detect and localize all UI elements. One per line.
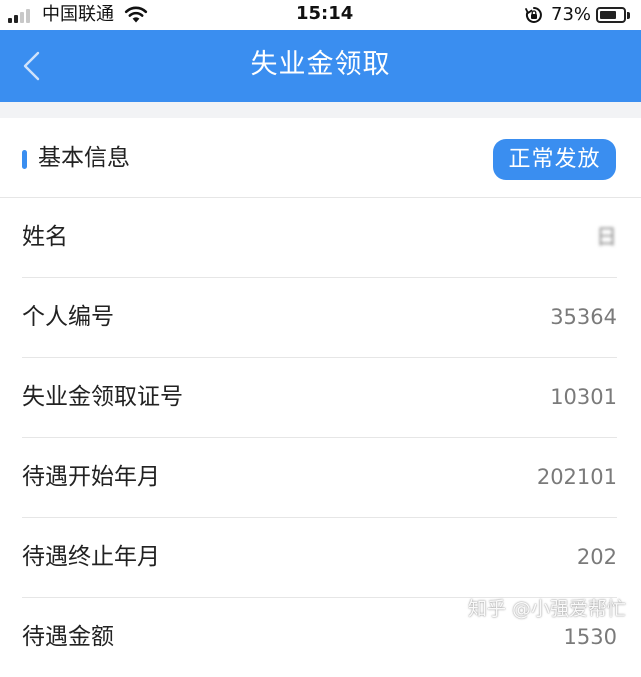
row-label: 姓名 — [22, 224, 68, 250]
section-header: 基本信息 正常发放 — [0, 118, 641, 198]
battery-percent: 73% — [551, 4, 592, 25]
status-badge: 正常发放 — [493, 139, 616, 180]
row-label: 个人编号 — [22, 304, 114, 330]
watermark: 知乎 @小强爱帮忙 — [468, 598, 627, 620]
row-label: 待遇开始年月 — [22, 464, 160, 490]
row-label: 待遇终止年月 — [22, 544, 160, 570]
battery-icon — [596, 7, 626, 23]
signal-icon — [8, 9, 34, 23]
carrier-name: 中国联通 — [42, 4, 114, 25]
info-row-end-month: 待遇终止年月 202 — [22, 518, 617, 598]
info-row-name: 姓名 日 — [22, 198, 617, 278]
section-title: 基本信息 — [38, 145, 130, 171]
wifi-icon — [124, 6, 148, 23]
section-spacer — [0, 102, 641, 118]
status-time: 15:14 — [296, 3, 354, 24]
chevron-left-icon — [23, 51, 40, 81]
row-value: 35364 — [550, 305, 617, 329]
info-row-personal-id: 个人编号 35364 — [22, 278, 617, 358]
section-marker — [22, 150, 27, 169]
nav-bar: 失业金领取 — [0, 30, 641, 102]
row-value: 10301 — [550, 385, 617, 409]
info-row-certificate-no: 失业金领取证号 10301 — [22, 358, 617, 438]
page-title: 失业金领取 — [250, 49, 391, 80]
row-value: 202 — [576, 545, 617, 569]
back-button[interactable] — [14, 48, 50, 84]
info-row-start-month: 待遇开始年月 202101 — [22, 438, 617, 518]
status-bar: 中国联通 15:14 73% — [0, 0, 641, 30]
battery-fill — [600, 11, 616, 19]
rotation-lock-icon — [525, 7, 542, 23]
battery-tip — [627, 12, 630, 19]
row-value: 日 — [596, 225, 617, 249]
row-value: 202101 — [536, 465, 617, 489]
row-label: 待遇金额 — [22, 624, 114, 650]
row-label: 失业金领取证号 — [22, 384, 183, 410]
